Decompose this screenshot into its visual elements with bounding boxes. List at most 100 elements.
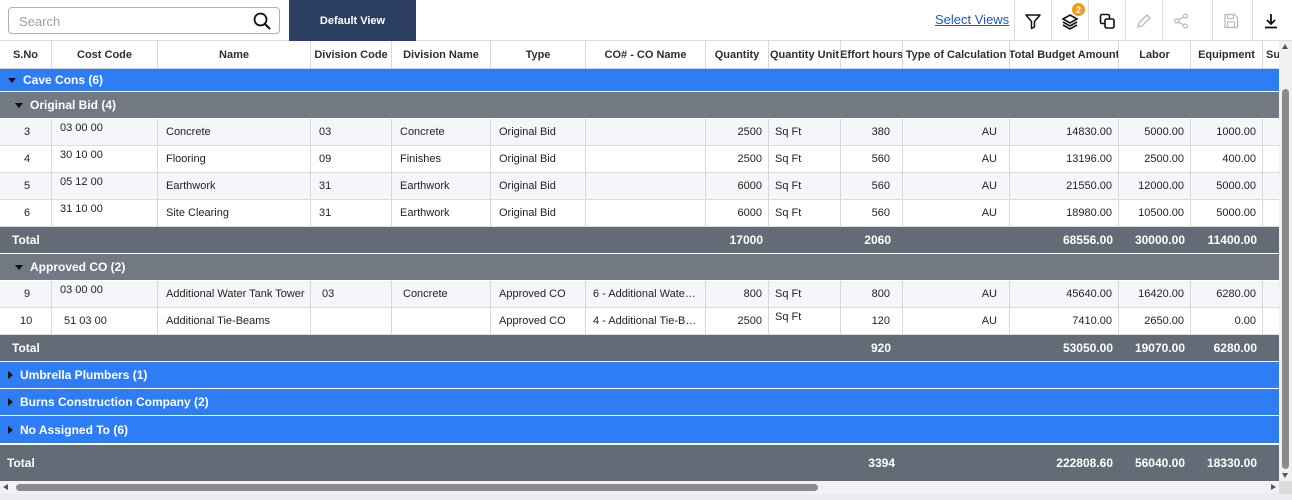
group-label: Cave Cons (6) xyxy=(23,73,104,87)
total-labor: 19070.00 xyxy=(1134,341,1185,355)
share-button[interactable] xyxy=(1162,0,1199,41)
cell-labor: 12000.00 xyxy=(1119,173,1191,199)
vertical-scrollbar[interactable] xyxy=(1279,41,1292,481)
total-budget: 68556.00 xyxy=(1062,233,1113,247)
table-row[interactable]: 3 03 00 00 Concrete 03 Concrete Original… xyxy=(0,119,1279,146)
search-icon[interactable] xyxy=(253,12,271,30)
scroll-down-icon[interactable] xyxy=(1282,473,1288,478)
total-equipment: 18330.00 xyxy=(1206,456,1257,470)
edit-icon xyxy=(1137,13,1151,28)
edit-button[interactable] xyxy=(1125,0,1162,41)
group-row-umbrella-plumbers[interactable]: Umbrella Plumbers (1) xyxy=(0,362,1279,389)
scroll-left-icon[interactable] xyxy=(3,484,8,490)
column-header[interactable]: Division Name xyxy=(392,41,491,68)
group-row-no-assigned[interactable]: No Assigned To (6) xyxy=(0,416,1279,444)
cell-calc: AU xyxy=(903,173,1010,199)
cell-budget: 45640.00 xyxy=(1010,281,1119,307)
group-row-burns-construction[interactable]: Burns Construction Company (2) xyxy=(0,389,1279,416)
column-header[interactable]: Quantity xyxy=(706,41,769,68)
caret-down-icon[interactable] xyxy=(15,264,23,270)
duplicate-button[interactable] xyxy=(1088,0,1125,41)
scroll-right-icon[interactable] xyxy=(1271,484,1276,490)
total-effort: 3394 xyxy=(868,456,895,470)
table-row[interactable]: 10 51 03 00 Additional Tie-Beams Approve… xyxy=(0,308,1279,335)
table-row[interactable]: 9 03 00 00 Additional Water Tank Tower 0… xyxy=(0,281,1279,308)
cell-name: Concrete xyxy=(158,119,311,145)
cell-division-name: Concrete xyxy=(392,281,491,307)
group-label: Original Bid (4) xyxy=(30,98,117,112)
table-row[interactable]: 6 31 10 00 Site Clearing 31 Earthwork Or… xyxy=(0,200,1279,227)
filter-icon xyxy=(1025,13,1041,29)
filter-button[interactable] xyxy=(1014,0,1051,41)
default-view-button[interactable]: Default View xyxy=(289,0,416,41)
column-header[interactable]: Name xyxy=(158,41,311,68)
cell-type: Original Bid xyxy=(491,200,586,226)
column-header[interactable]: Division Code xyxy=(311,41,392,68)
cell-quantity: 6000 xyxy=(706,200,769,226)
share-icon xyxy=(1173,12,1189,29)
column-header[interactable]: CO# - CO Name xyxy=(586,41,706,68)
group-row-approved-co[interactable]: Approved CO (2) xyxy=(0,254,1279,281)
column-header[interactable]: Effort hours xyxy=(841,41,903,68)
column-header[interactable]: Equipment xyxy=(1191,41,1263,68)
cell-quantity: 800 xyxy=(706,281,769,307)
table-row[interactable]: 4 30 10 00 Flooring 09 Finishes Original… xyxy=(0,146,1279,173)
grand-total-row: Total 3394 222808.60 56040.00 18330.00 xyxy=(0,445,1279,481)
cell-name: Site Clearing xyxy=(158,200,311,226)
cell-budget: 14830.00 xyxy=(1010,119,1119,145)
cell-cost-code: 03 00 00 xyxy=(52,281,158,307)
cell-equipment: 0.00 xyxy=(1191,308,1263,334)
horizontal-scroll-thumb[interactable] xyxy=(16,484,818,491)
column-header[interactable]: Subc xyxy=(1263,41,1279,68)
budget-grid: S.No Cost Code Name Division Code Divisi… xyxy=(0,41,1279,481)
column-header[interactable]: S.No xyxy=(0,41,52,68)
cell-division-code: 03 xyxy=(311,119,392,145)
cell-quantity: 2500 xyxy=(706,119,769,145)
horizontal-scrollbar[interactable] xyxy=(0,481,1279,494)
caret-right-icon[interactable] xyxy=(8,425,13,434)
caret-right-icon[interactable] xyxy=(8,398,13,406)
cell-equipment: 5000.00 xyxy=(1191,200,1263,226)
column-header[interactable]: Cost Code xyxy=(52,41,158,68)
column-header[interactable]: Type of Calculation xyxy=(903,41,1010,68)
column-header[interactable]: Type xyxy=(491,41,586,68)
cell-division-code: 09 xyxy=(311,146,392,172)
scrollbar-corner xyxy=(1279,481,1292,494)
cell-type: Approved CO xyxy=(491,308,586,334)
cell-sno: 5 xyxy=(0,173,52,199)
cell-calc: AU xyxy=(903,146,1010,172)
cell-division-name: Earthwork xyxy=(392,173,491,199)
group-row-cave-cons[interactable]: Cave Cons (6) xyxy=(0,69,1279,92)
duplicate-icon xyxy=(1099,13,1115,29)
search-input[interactable] xyxy=(19,12,249,30)
cell-calc: AU xyxy=(903,281,1010,307)
cell-cost-code: 03 00 00 xyxy=(52,119,158,145)
total-labor: 56040.00 xyxy=(1134,456,1185,470)
caret-down-icon[interactable] xyxy=(15,102,23,108)
caret-down-icon[interactable] xyxy=(8,77,16,83)
select-views-link[interactable]: Select Views xyxy=(935,12,1009,27)
cell-sno: 3 xyxy=(0,119,52,145)
cell-division-name: Finishes xyxy=(392,146,491,172)
column-header[interactable]: Quantity Unit xyxy=(769,41,841,68)
save-button[interactable] xyxy=(1212,0,1249,41)
cell-cost-code: 05 12 00 xyxy=(52,173,158,199)
toolbar: Default View Select Views 2 xyxy=(0,0,1292,41)
caret-right-icon[interactable] xyxy=(8,371,13,379)
table-row[interactable]: 5 05 12 00 Earthwork 31 Earthwork Origin… xyxy=(0,173,1279,200)
cell-calc: AU xyxy=(903,200,1010,226)
cell-labor: 2650.00 xyxy=(1119,308,1191,334)
column-header[interactable]: Labor xyxy=(1119,41,1191,68)
column-header[interactable]: Total Budget Amount xyxy=(1010,41,1119,68)
cell-budget: 21550.00 xyxy=(1010,173,1119,199)
search-box[interactable] xyxy=(8,7,280,34)
scroll-up-icon[interactable] xyxy=(1282,44,1288,49)
cell-effort: 800 xyxy=(841,281,903,307)
download-icon xyxy=(1265,13,1277,28)
layers-button[interactable]: 2 xyxy=(1051,0,1088,41)
vertical-scroll-thumb[interactable] xyxy=(1282,89,1289,469)
group-row-original-bid[interactable]: Original Bid (4) xyxy=(0,92,1279,119)
download-button[interactable] xyxy=(1252,0,1289,41)
cell-type: Approved CO xyxy=(491,281,586,307)
layers-count-badge: 2 xyxy=(1072,3,1085,16)
